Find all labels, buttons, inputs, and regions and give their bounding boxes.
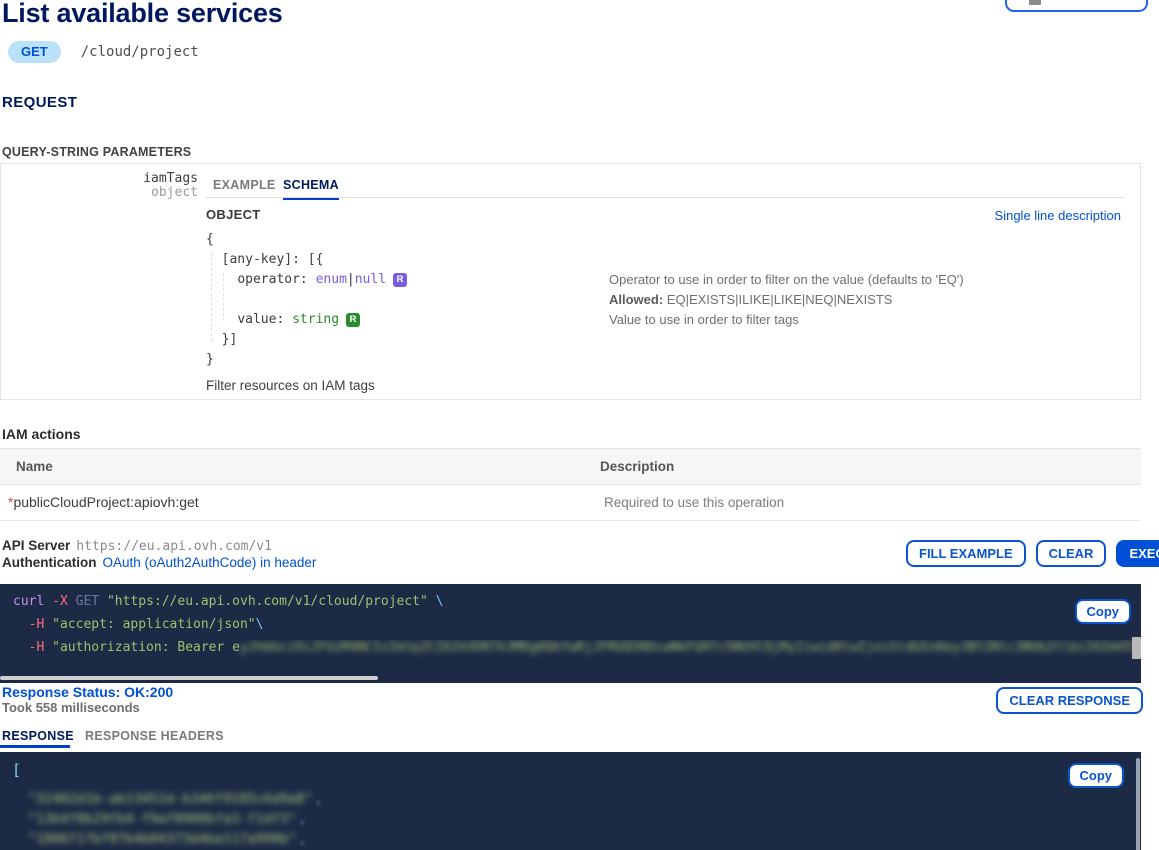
schema-line: [any-key]: [{ [206, 250, 407, 270]
required-badge-icon: R [346, 313, 360, 327]
schema-type-label: OBJECT [206, 207, 261, 222]
curl-line-2: -H "accept: application/json"\ [13, 617, 1141, 635]
endpoint-path: /cloud/project [81, 44, 199, 60]
response-masked-line: "32402d1b-ab13451d-b346f9185c6d9a8", [28, 791, 323, 811]
required-badge-icon: R [393, 273, 407, 287]
api-server-value: https://eu.api.ovh.com/v1 [76, 539, 272, 554]
schema-docs: Operator to use in order to filter on th… [609, 270, 964, 330]
toolbar-icon [1029, 0, 1041, 5]
copy-curl-button[interactable]: Copy [1075, 599, 1132, 624]
copy-response-button[interactable]: Copy [1068, 763, 1125, 788]
oauth-link[interactable]: OAuth (oAuth2AuthCode) in header [103, 555, 317, 570]
schema-line: { [206, 230, 407, 250]
iamtags-param-panel: iamTags object EXAMPLE SCHEMA OBJECT Sin… [0, 163, 1141, 400]
table-row: *publicCloudProject:apiovh:get Required … [0, 485, 1141, 521]
column-header-description: Description [600, 459, 674, 474]
null-token: null [355, 272, 386, 287]
schema-line-blank [206, 290, 407, 310]
param-name-column: iamTags object [1, 172, 198, 200]
authentication-label: Authentication [2, 555, 97, 570]
single-line-description-link[interactable]: Single line description [995, 208, 1121, 223]
action-buttons: FILL EXAMPLE CLEAR EXECUTE [906, 540, 1159, 567]
api-server-label: API Server [2, 538, 70, 553]
request-section-title: REQUEST [2, 94, 77, 111]
response-masked-line: "1806f17bf87b4b04373d4ba117a998b", [28, 831, 306, 850]
allowed-values-line: Allowed: EQ|EXISTS|ILIKE|LIKE|NEQ|NEXIST… [609, 290, 964, 310]
param-name: iamTags [1, 172, 198, 186]
api-server-line: API Server https://eu.api.ovh.com/v1 [2, 538, 316, 555]
table-header-row: Name Description [0, 448, 1141, 485]
curl-line-3: -H "authorization: Bearer eyJhbGciOiJFUz… [13, 640, 1141, 658]
schema-line-value: value: stringR [206, 310, 407, 330]
operator-description: Operator to use in order to filter on th… [609, 270, 964, 290]
tab-response[interactable]: RESPONSE [2, 729, 74, 743]
response-status: Response Status: OK:200 [2, 684, 173, 700]
tab-example[interactable]: EXAMPLE [213, 178, 276, 192]
horizontal-scrollbar[interactable] [0, 676, 378, 680]
param-type: object [1, 186, 198, 200]
iam-action-description: Required to use this operation [604, 495, 784, 510]
execute-button[interactable]: EXECUTE [1116, 540, 1159, 567]
token-edge-cap [1132, 637, 1141, 659]
column-header-name: Name [16, 459, 53, 474]
schema-line: }] [206, 330, 407, 350]
schema-code: { [any-key]: [{ operator: enum|nullR val… [206, 230, 407, 370]
string-token: string [292, 312, 339, 327]
fill-example-button[interactable]: FILL EXAMPLE [906, 540, 1026, 567]
value-description: Value to use in order to filter tags [609, 310, 964, 330]
tabs-divider [206, 197, 1124, 198]
endpoint-row: GET /cloud/project [8, 41, 199, 63]
masked-bearer-token: yJhbGciOiJFUzM4NCIsImtpZCI6IkVDRTk3MDg0Q… [240, 640, 1141, 655]
param-description: Filter resources on IAM tags [206, 378, 375, 393]
clear-response-button[interactable]: CLEAR RESPONSE [996, 687, 1143, 714]
schema-line: } [206, 350, 407, 370]
response-duration: Took 558 milliseconds [2, 700, 140, 715]
json-open-bracket: [ [12, 761, 21, 779]
response-code-block: [ "32402d1b-ab13451d-b346f9185c6d9a8", "… [0, 752, 1141, 850]
authentication-line: Authentication OAuth (oAuth2AuthCode) in … [2, 555, 316, 571]
curl-line-1: curl -X GET "https://eu.api.ovh.com/v1/c… [13, 594, 1141, 612]
schema-line-operator: operator: enum|nullR [206, 270, 407, 290]
vertical-scrollbar[interactable] [1136, 758, 1140, 850]
iam-actions-table: Name Description *publicCloudProject:api… [0, 448, 1141, 521]
server-info: API Server https://eu.api.ovh.com/v1 Auth… [2, 538, 316, 570]
page-title: List available services [2, 0, 283, 29]
query-string-params-label: QUERY-STRING PARAMETERS [2, 145, 191, 159]
http-method-badge: GET [8, 41, 61, 63]
clear-button[interactable]: CLEAR [1036, 540, 1107, 567]
iam-action-name: *publicCloudProject:apiovh:get [8, 494, 199, 510]
enum-token: enum [316, 272, 347, 287]
tab-response-headers[interactable]: RESPONSE HEADERS [85, 729, 224, 743]
response-masked-line: "13b4f8b29fb4-f9af0908bfa3-f1df3", [28, 811, 306, 831]
iam-actions-title: IAM actions [2, 426, 81, 442]
api-console-page: List available services GET /cloud/proje… [0, 0, 1159, 850]
curl-code-block: curl -X GET "https://eu.api.ovh.com/v1/c… [0, 584, 1141, 683]
active-tab-underline [0, 745, 70, 748]
toolbar-button[interactable] [1005, 0, 1148, 12]
